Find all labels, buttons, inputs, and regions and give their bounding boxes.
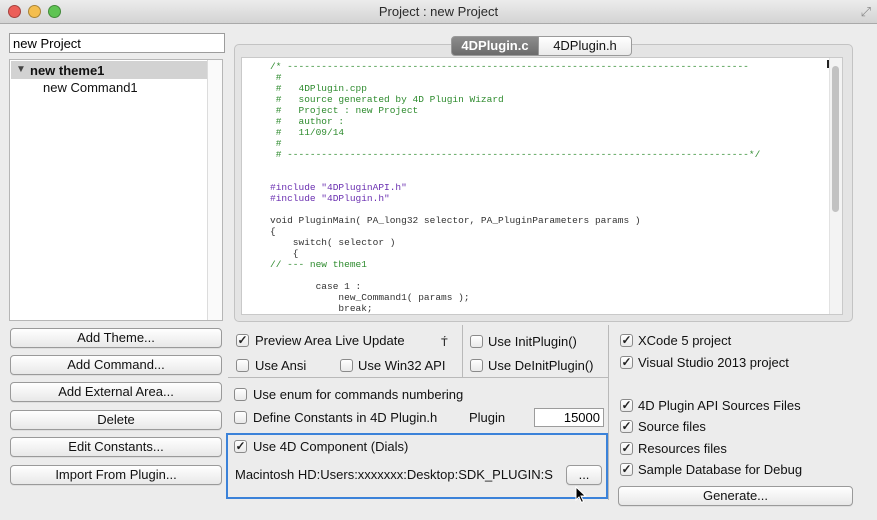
code-line: void PluginMain( PA_long32 selector, PA_… [270, 215, 641, 226]
code-line: { [270, 226, 276, 237]
code-line: # 4DPlugin.cpp [270, 83, 367, 94]
xcode5-checkbox[interactable]: ✓ [620, 334, 633, 347]
api-sources-checkbox[interactable]: ✓ [620, 399, 633, 412]
use-deinitplugin-label[interactable]: Use DeInitPlugin() [488, 358, 594, 373]
use-deinitplugin-checkbox[interactable] [470, 359, 483, 372]
source-files-label[interactable]: Source files [638, 419, 706, 434]
code-line: # 11/09/14 [270, 127, 345, 138]
divider [462, 325, 463, 377]
tree-item-theme[interactable]: ▼ new theme1 [11, 61, 207, 79]
resources-files-label[interactable]: Resources files [638, 441, 727, 456]
tab-4dplugin-c[interactable]: 4DPlugin.c [451, 36, 539, 56]
tree-item-command[interactable]: new Command1 [43, 80, 138, 95]
plugin-number-label: Plugin [469, 410, 506, 425]
add-command-button[interactable]: Add Command... [10, 355, 222, 375]
clipped-glyph: T́ [441, 337, 448, 349]
use-ansi-label[interactable]: Use Ansi [255, 358, 306, 373]
title-bar: Project : new Project ⤢ [0, 0, 877, 24]
window-title: Project : new Project [378, 4, 499, 19]
define-constants-label[interactable]: Define Constants in 4D Plugin.h [253, 410, 437, 425]
code-line: #include "4DPlugin.h" [270, 193, 390, 204]
text-cursor [827, 60, 829, 68]
preview-live-checkbox[interactable]: ✓ [236, 334, 249, 347]
disclosure-triangle-icon[interactable]: ▼ [16, 64, 26, 75]
use-enum-label[interactable]: Use enum for commands numbering [253, 387, 463, 402]
divider [608, 325, 609, 500]
plugin-number-input[interactable] [534, 408, 604, 427]
code-preview[interactable]: /* -------------------------------------… [241, 57, 843, 315]
code-line: // --- new theme1 [270, 259, 367, 270]
fullscreen-icon[interactable]: ⤢ [861, 4, 871, 20]
project-name-input[interactable] [9, 33, 225, 53]
vs2013-label[interactable]: Visual Studio 2013 project [638, 355, 789, 370]
divider [228, 377, 608, 378]
generate-button[interactable]: Generate... [618, 486, 853, 506]
code-line: case 1 : [270, 281, 362, 292]
resources-files-checkbox[interactable]: ✓ [620, 442, 633, 455]
add-external-area-button[interactable]: Add External Area... [10, 382, 222, 402]
source-files-checkbox[interactable]: ✓ [620, 420, 633, 433]
tree-scrollbar[interactable] [207, 60, 222, 320]
use-ansi-checkbox[interactable] [236, 359, 249, 372]
code-lines: /* -------------------------------------… [270, 61, 760, 314]
sample-db-label[interactable]: Sample Database for Debug [638, 462, 802, 477]
code-line: #include "4DPluginAPI.h" [270, 182, 407, 193]
add-theme-button[interactable]: Add Theme... [10, 328, 222, 348]
use-4d-component-label[interactable]: Use 4D Component (Dials) [253, 439, 408, 454]
define-constants-checkbox[interactable] [234, 411, 247, 424]
use-win32-checkbox[interactable] [340, 359, 353, 372]
code-scroll-thumb[interactable] [832, 66, 839, 212]
tab-4dplugin-h[interactable]: 4DPlugin.h [539, 36, 632, 56]
code-line: /* -------------------------------------… [270, 61, 749, 72]
code-line: { [270, 248, 299, 259]
code-line: # [270, 138, 282, 149]
project-tree[interactable]: ▼ new theme1 new Command1 [9, 59, 223, 321]
code-line: # source generated by 4D Plugin Wizard [270, 94, 504, 105]
code-line: new_Command1( params ); [270, 292, 470, 303]
use-win32-label[interactable]: Use Win32 API [358, 358, 448, 373]
use-initplugin-label[interactable]: Use InitPlugin() [488, 334, 577, 349]
xcode5-label[interactable]: XCode 5 project [638, 333, 731, 348]
browse-path-button[interactable]: ... [566, 465, 602, 485]
use-initplugin-checkbox[interactable] [470, 335, 483, 348]
code-line: # author : [270, 116, 345, 127]
code-line: break; [270, 303, 373, 314]
delete-button[interactable]: Delete [10, 410, 222, 430]
tree-item-theme-label: new theme1 [30, 63, 105, 78]
component-path-field[interactable]: Macintosh HD:Users:xxxxxxx:Desktop:SDK_P… [235, 467, 561, 482]
mouse-pointer-icon [575, 486, 587, 504]
vs2013-checkbox[interactable]: ✓ [620, 356, 633, 369]
use-enum-checkbox[interactable] [234, 388, 247, 401]
code-line: switch( selector ) [270, 237, 396, 248]
edit-constants-button[interactable]: Edit Constants... [10, 437, 222, 457]
sample-db-checkbox[interactable]: ✓ [620, 463, 633, 476]
use-4d-component-checkbox[interactable]: ✓ [234, 440, 247, 453]
code-line: # [270, 72, 282, 83]
import-from-plugin-button[interactable]: Import From Plugin... [10, 465, 222, 485]
api-sources-label[interactable]: 4D Plugin API Sources Files [638, 398, 801, 413]
code-line: # Project : new Project [270, 105, 419, 116]
preview-live-label[interactable]: Preview Area Live Update [255, 333, 405, 348]
code-line: # --------------------------------------… [270, 149, 761, 160]
